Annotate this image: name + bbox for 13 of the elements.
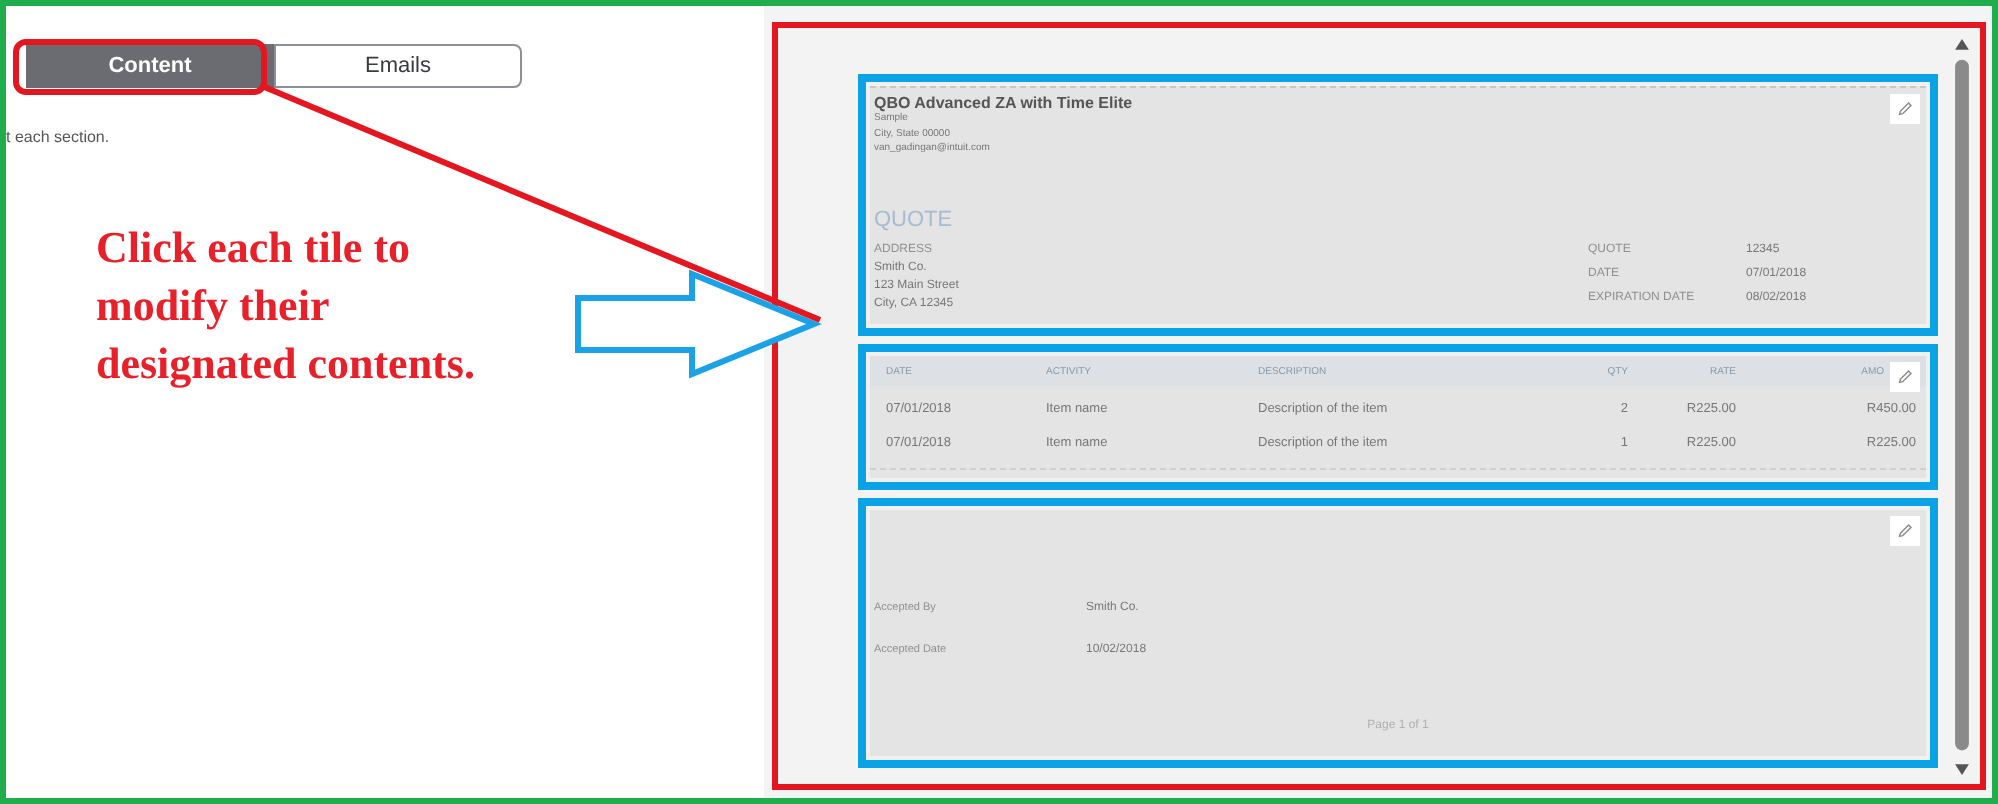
tab[interactable]: Emails [274, 44, 522, 88]
edit-button[interactable] [1890, 516, 1920, 546]
instruction-text: t each section. [6, 128, 112, 146]
pencil-icon [1896, 100, 1914, 118]
company-name: QBO Advanced ZA with Time Elite [872, 92, 1133, 112]
pencil-icon [1896, 522, 1914, 540]
pencil-icon [1896, 368, 1914, 386]
tab[interactable]: Content [26, 44, 274, 88]
edit-button[interactable] [1890, 362, 1920, 392]
scrollbar[interactable] [1952, 36, 1972, 780]
edit-button[interactable] [1890, 94, 1920, 124]
annotation-text: Click each tile to modify their designated contents. [96, 220, 477, 392]
document-title: QUOTE [874, 207, 955, 231]
